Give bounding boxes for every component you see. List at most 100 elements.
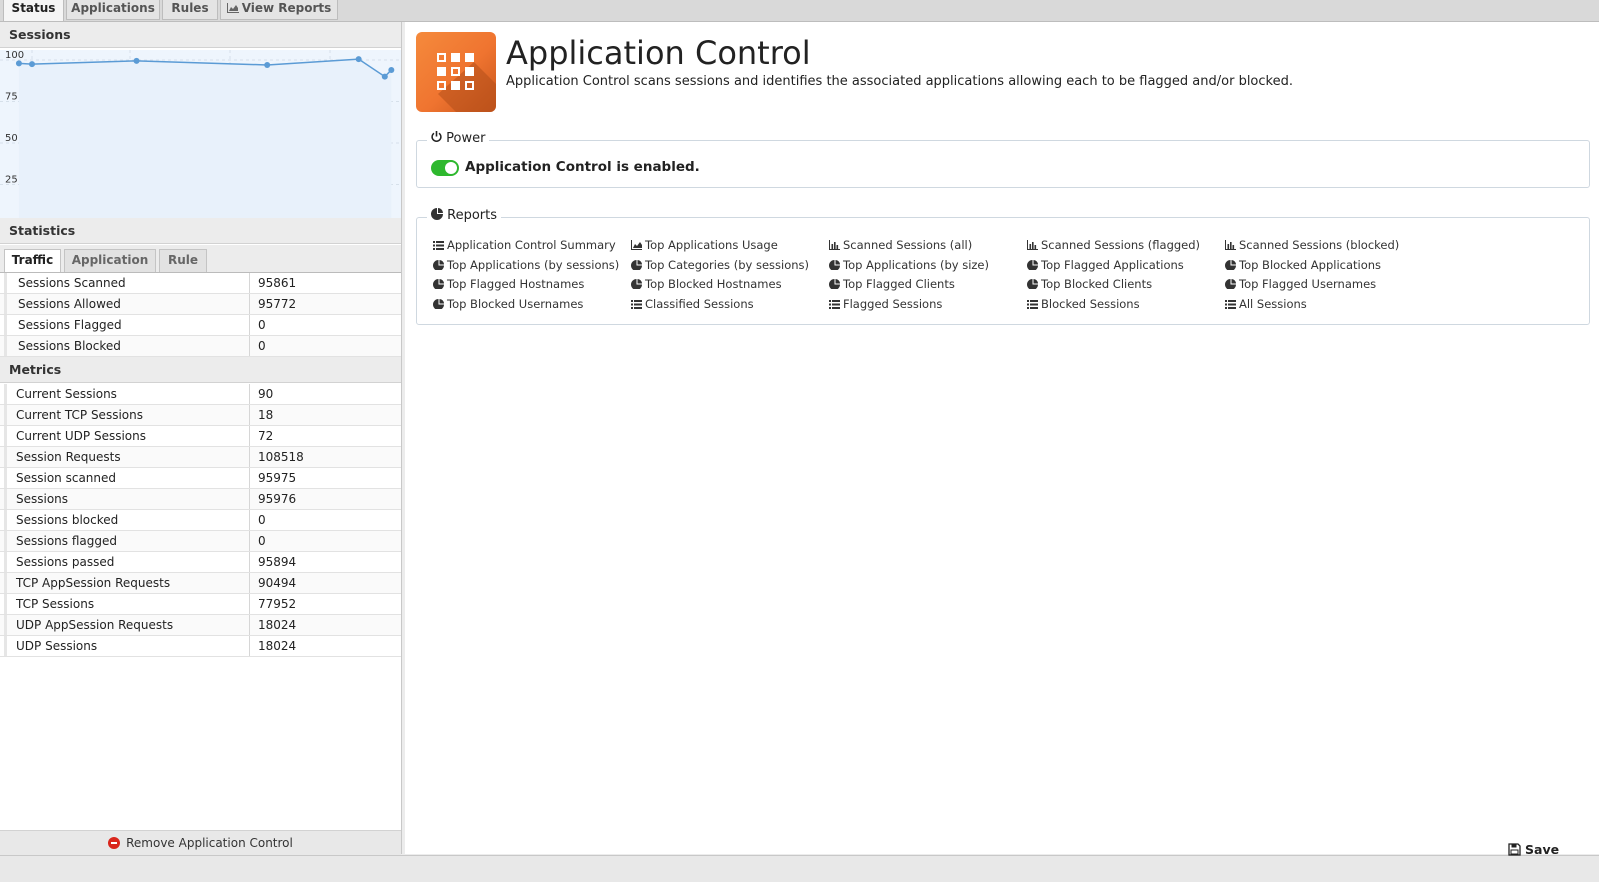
row-value: 95894 — [258, 555, 297, 569]
table-row: Sessions Flagged 0 — [0, 315, 401, 336]
report-link-label: Top Applications (by sessions) — [447, 258, 620, 272]
tab-status[interactable]: Status — [3, 0, 64, 21]
table-row: Session scanned 95975 — [0, 468, 401, 489]
logo-cell — [465, 53, 474, 62]
right-panel: Application Control Application Control … — [405, 22, 1599, 854]
power-toggle[interactable] — [431, 160, 459, 176]
pie-icon — [1225, 260, 1236, 270]
report-link-label: Scanned Sessions (flagged) — [1041, 238, 1201, 252]
row-key: Current UDP Sessions — [4, 426, 250, 446]
report-link[interactable]: Top Flagged Clients — [829, 277, 955, 291]
table-row: Sessions flagged 0 — [0, 531, 401, 552]
logo-cell — [437, 81, 446, 90]
row-value: 72 — [258, 429, 274, 443]
row-key: Sessions Allowed — [4, 294, 250, 314]
report-link-label: Top Blocked Hostnames — [645, 277, 782, 291]
tab-traffic[interactable]: Traffic — [4, 249, 61, 272]
report-link[interactable]: All Sessions — [1225, 297, 1307, 311]
row-key: Sessions flagged — [4, 531, 250, 551]
report-link-label: Flagged Sessions — [843, 297, 943, 311]
row-key: Session Requests — [4, 447, 250, 467]
list-icon — [1027, 300, 1038, 309]
application-control-logo — [416, 32, 496, 112]
report-link[interactable]: Top Applications (by sessions) — [433, 258, 619, 272]
table-row: Current Sessions 90 — [0, 384, 401, 405]
tab-rule[interactable]: Rule — [159, 249, 207, 272]
tab-application[interactable]: Application — [64, 249, 156, 272]
save-button[interactable]: Save — [1508, 842, 1559, 857]
pie-icon — [1027, 279, 1038, 289]
pie-icon — [431, 208, 443, 220]
report-link[interactable]: Application Control Summary — [433, 238, 616, 252]
logo-cell — [451, 53, 460, 62]
report-link-label: Top Flagged Hostnames — [447, 277, 585, 291]
table-row: Sessions Allowed 95772 — [0, 294, 401, 315]
report-link[interactable]: Top Flagged Applications — [1027, 258, 1184, 272]
report-link[interactable]: Top Categories (by sessions) — [631, 258, 809, 272]
row-key: UDP AppSession Requests — [4, 615, 250, 635]
logo-cell — [451, 67, 460, 76]
statistics-grid: Sessions Scanned 95861 Sessions Allowed 95… — [0, 273, 401, 357]
remove-app-button[interactable]: Remove Application Control — [0, 830, 401, 855]
logo-cell — [437, 53, 446, 62]
report-link[interactable]: Scanned Sessions (blocked) — [1225, 238, 1399, 252]
report-link[interactable]: Top Blocked Usernames — [433, 297, 583, 311]
report-link[interactable]: Top Blocked Hostnames — [631, 277, 782, 291]
tab-view-reports[interactable]: View Reports — [220, 0, 338, 20]
report-link-label: Top Applications (by size) — [843, 258, 989, 272]
report-link[interactable]: Top Flagged Hostnames — [433, 277, 584, 291]
report-link-label: Top Blocked Applications — [1239, 258, 1382, 272]
row-key: Sessions Flagged — [4, 315, 250, 335]
table-row: UDP Sessions 18024 — [0, 636, 401, 657]
report-link[interactable]: Top Flagged Usernames — [1225, 277, 1376, 291]
statistics-header: Statistics — [0, 218, 401, 244]
bar-chart-icon — [829, 240, 840, 250]
area-chart-icon — [631, 240, 642, 250]
table-row: UDP AppSession Requests 18024 — [0, 615, 401, 636]
chart-point — [381, 73, 388, 80]
row-value: 0 — [258, 513, 266, 527]
pie-icon — [433, 260, 444, 270]
report-link-label: Scanned Sessions (all) — [843, 238, 973, 252]
tab-rules[interactable]: Rules — [162, 0, 218, 20]
table-row: Sessions Blocked 0 — [0, 336, 401, 357]
report-link[interactable]: Top Applications Usage — [631, 238, 778, 252]
row-key: Current Sessions — [4, 384, 250, 404]
report-link[interactable]: Top Blocked Applications — [1225, 258, 1381, 272]
statistics-tabs: Traffic Application Rule — [0, 245, 401, 273]
list-icon — [1225, 300, 1236, 309]
report-link[interactable]: Classified Sessions — [631, 297, 754, 311]
list-icon — [631, 300, 642, 309]
save-icon — [1508, 843, 1521, 856]
report-link[interactable]: Blocked Sessions — [1027, 297, 1140, 311]
report-link[interactable]: Top Blocked Clients — [1027, 277, 1152, 291]
tab-applications[interactable]: Applications — [66, 0, 160, 20]
report-link[interactable]: Scanned Sessions (flagged) — [1027, 238, 1200, 252]
row-value: 108518 — [258, 450, 304, 464]
chart-point — [388, 66, 395, 73]
table-row: Sessions passed 95894 — [0, 552, 401, 573]
left-panel: Sessions 10075502507:20:1507:20:3007:20:… — [0, 22, 402, 855]
report-link[interactable]: Flagged Sessions — [829, 297, 942, 311]
power-icon — [431, 131, 442, 142]
pie-icon — [433, 299, 444, 309]
report-link[interactable]: Scanned Sessions (all) — [829, 238, 972, 252]
chart-point — [15, 60, 22, 67]
row-key: TCP AppSession Requests — [4, 573, 250, 593]
chart-point — [29, 61, 35, 68]
report-link[interactable]: Top Applications (by size) — [829, 258, 989, 272]
row-value: 0 — [258, 318, 266, 332]
save-label: Save — [1525, 842, 1560, 857]
footer-bar — [0, 855, 1599, 882]
report-link-label: Top Blocked Usernames — [447, 297, 584, 311]
row-value: 95861 — [258, 276, 297, 290]
row-value: 95772 — [258, 297, 297, 311]
metrics-grid: Current Sessions 90 Current TCP Sessions 1… — [0, 384, 401, 657]
metrics-header: Metrics — [0, 357, 401, 383]
reports-fieldset: Reports Application Control Summary Top A… — [416, 208, 1590, 325]
power-status: Application Control is enabled. — [465, 159, 700, 175]
row-key: Sessions Blocked — [4, 336, 250, 356]
page-title: Application Control — [506, 34, 811, 72]
page-description: Application Control scans sessions and i… — [506, 74, 1293, 89]
chart-series-area — [18, 59, 392, 226]
